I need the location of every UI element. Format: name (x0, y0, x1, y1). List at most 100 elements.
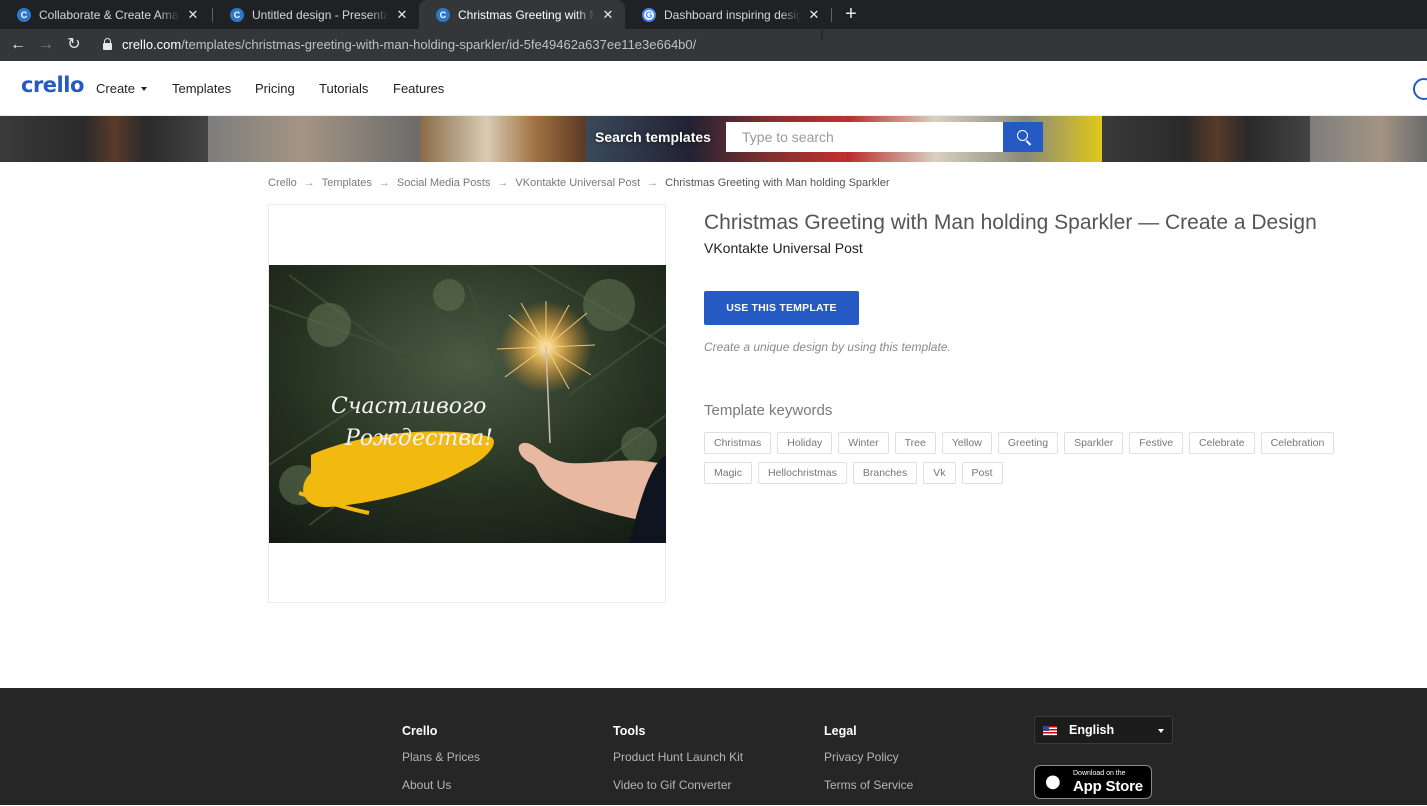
keyword-tag[interactable]: Celebrate (1189, 432, 1255, 454)
tab-title: Christmas Greeting with Man hol (458, 7, 595, 22)
banner-image-tile (1102, 116, 1310, 162)
search-button[interactable] (1003, 122, 1043, 152)
google-favicon-icon: G (642, 7, 656, 22)
banner-image-tile (1310, 116, 1427, 162)
url-field[interactable]: crello.com/templates/christmas-greeting-… (122, 37, 696, 52)
preview-illustration: Счастливого Рождества! (269, 265, 666, 543)
banner-image-tile (0, 116, 208, 162)
footer-column-tools: Tools Product Hunt Launch Kit Video to G… (613, 724, 743, 806)
language-label: English (1069, 723, 1115, 737)
browser-tab-4[interactable]: G Dashboard inspiring designs - G ✕ (625, 0, 831, 29)
tab-title: Collaborate & Create Amazing G (39, 7, 180, 22)
nav-features[interactable]: Features (393, 81, 444, 96)
nav-pricing[interactable]: Pricing (255, 81, 295, 96)
close-tab-icon[interactable]: ✕ (395, 7, 409, 23)
keyword-tag[interactable]: Tree (894, 432, 936, 454)
site-footer: Crello Plans & Prices About Us Tools Pro… (0, 688, 1427, 805)
footer-link-gif-converter[interactable]: Video to Gif Converter (613, 778, 743, 792)
breadcrumb-crello[interactable]: Crello (268, 177, 297, 189)
app-store-badge[interactable]: ● Download on the App Store (1034, 765, 1152, 799)
cta-hint-text: Create a unique design by using this tem… (704, 340, 951, 354)
template-preview-card: Счастливого Рождества! (268, 204, 666, 603)
us-flag-icon (1043, 726, 1057, 736)
template-preview-image[interactable]: Счастливого Рождества! (269, 265, 666, 543)
preview-greeting-line2: Рождества! (344, 426, 493, 451)
close-tab-icon[interactable]: ✕ (601, 7, 615, 23)
browser-tab-2[interactable]: C Untitled design - Presentation (1 ✕ (213, 0, 419, 29)
arrow-right-icon: → (647, 177, 659, 189)
keyword-tag[interactable]: Hellochristmas (758, 462, 847, 484)
keyword-tag[interactable]: Festive (1129, 432, 1184, 454)
search-templates-label: Search templates (595, 129, 711, 145)
close-tab-icon[interactable]: ✕ (807, 7, 821, 23)
arrow-right-icon: → (303, 177, 315, 189)
footer-link-launch-kit[interactable]: Product Hunt Launch Kit (613, 750, 743, 764)
search-input[interactable] (726, 122, 1003, 152)
footer-link-plans[interactable]: Plans & Prices (402, 750, 480, 764)
caret-down-icon (141, 87, 148, 91)
text-cursor-icon: I (820, 28, 825, 44)
appstore-small-text: Download on the (1073, 770, 1126, 777)
footer-column-legal: Legal Privacy Policy Terms of Service (824, 724, 913, 806)
nav-tutorials[interactable]: Tutorials (319, 81, 368, 96)
search-icon (1017, 130, 1028, 141)
keyword-tag[interactable]: Holiday (777, 432, 833, 454)
apple-logo-icon: ● (1045, 771, 1061, 792)
footer-heading: Crello (402, 724, 438, 738)
template-format-subtitle: VKontakte Universal Post (704, 240, 863, 256)
arrow-right-icon: → (378, 177, 390, 189)
crello-favicon-icon: C (436, 7, 450, 22)
language-select[interactable]: English (1034, 716, 1173, 744)
crello-favicon-icon: C (230, 7, 244, 22)
preview-greeting-line1: Счастливого (331, 394, 486, 419)
keyword-tag[interactable]: Vk (923, 462, 956, 484)
breadcrumb-current: Christmas Greeting with Man holding Spar… (665, 177, 890, 189)
use-this-template-button[interactable]: USE THIS TEMPLATE (704, 291, 859, 325)
footer-link-privacy[interactable]: Privacy Policy (824, 750, 913, 764)
crello-favicon-icon: C (17, 7, 31, 22)
tab-title: Untitled design - Presentation (1 (252, 7, 389, 22)
keyword-tag[interactable]: Post (961, 462, 1003, 484)
keyword-tag[interactable]: Yellow (941, 432, 992, 454)
account-avatar-icon[interactable] (1413, 78, 1427, 100)
nav-create[interactable]: Create (96, 81, 148, 96)
banner-image-tile (208, 116, 420, 162)
browser-tab-3-active[interactable]: C Christmas Greeting with Man hol ✕ (419, 0, 625, 29)
keyword-tag[interactable]: Winter (838, 432, 889, 454)
tab-title: Dashboard inspiring designs - G (664, 7, 801, 22)
breadcrumb-social-media-posts[interactable]: Social Media Posts (397, 177, 491, 189)
hero-search-banner: Search templates (0, 116, 1427, 162)
keyword-tag[interactable]: Christmas (704, 432, 772, 454)
appstore-big-text: App Store (1073, 778, 1143, 795)
browser-tab-1[interactable]: C Collaborate & Create Amazing G ✕ (0, 0, 210, 29)
keyword-tag[interactable]: Magic (704, 462, 753, 484)
nav-create-label: Create (96, 81, 136, 96)
footer-link-terms[interactable]: Terms of Service (824, 778, 913, 792)
crello-logo[interactable]: crello (21, 73, 84, 97)
footer-heading: Tools (613, 724, 646, 738)
footer-link-about[interactable]: About Us (402, 778, 480, 792)
arrow-right-icon: → (497, 177, 509, 189)
breadcrumb: Crello → Templates → Social Media Posts … (268, 177, 890, 189)
url-host: crello.com (122, 37, 182, 52)
nav-templates[interactable]: Templates (172, 81, 231, 96)
footer-heading: Legal (824, 724, 857, 738)
keyword-tag-list: Christmas Holiday Winter Tree Yellow Gre… (704, 432, 1364, 484)
close-tab-icon[interactable]: ✕ (186, 7, 200, 23)
browser-tab-bar: C Collaborate & Create Amazing G ✕ C Unt… (0, 0, 1427, 29)
breadcrumb-vkontakte[interactable]: VKontakte Universal Post (515, 177, 640, 189)
keyword-tag[interactable]: Branches (852, 462, 918, 484)
back-arrow-icon[interactable]: ← (8, 35, 28, 55)
new-tab-plus-icon[interactable]: + (841, 4, 861, 24)
footer-column-crello: Crello Plans & Prices About Us (402, 724, 480, 806)
tab-divider (831, 8, 832, 22)
lock-icon (103, 38, 112, 50)
banner-image-tile (420, 116, 586, 162)
keyword-tag[interactable]: Celebration (1260, 432, 1335, 454)
breadcrumb-templates[interactable]: Templates (322, 177, 372, 189)
keyword-tag[interactable]: Greeting (997, 432, 1059, 454)
forward-arrow-icon[interactable]: → (36, 35, 56, 55)
reload-icon[interactable]: ↻ (64, 35, 84, 55)
keyword-tag[interactable]: Sparkler (1064, 432, 1124, 454)
url-path: /templates/christmas-greeting-with-man-h… (181, 37, 697, 52)
